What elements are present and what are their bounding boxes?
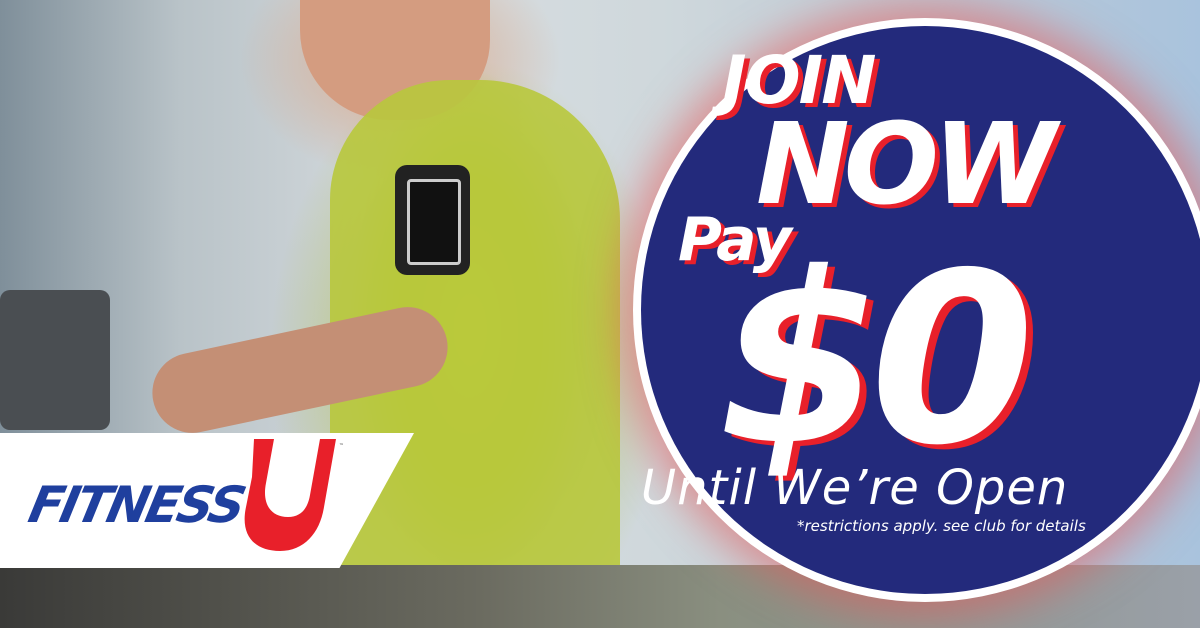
subheadline: Until We’re Open — [641, 460, 1069, 516]
phone-screen — [407, 179, 461, 265]
logo-text: FITNESS — [23, 476, 249, 534]
price: $0 — [718, 222, 1034, 497]
logo-u-mark — [244, 439, 336, 551]
phone-armband — [395, 165, 470, 275]
headline-now: NOW — [756, 100, 1056, 230]
disclaimer: *restrictions apply. see club for detail… — [797, 517, 1086, 535]
trademark: ™ — [339, 443, 344, 449]
treadmill-console — [0, 290, 110, 430]
